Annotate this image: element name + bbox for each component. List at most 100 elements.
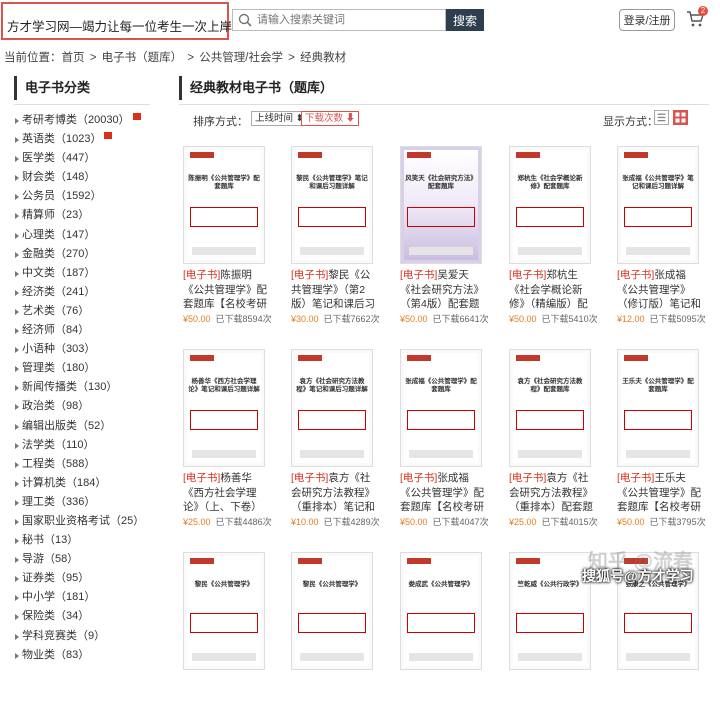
book-title[interactable]: [电子书]张成福《公共管理学》（修订版）笔记和课后习题 <box>617 268 703 312</box>
sidebar-category-item[interactable]: 秘书（13） <box>14 531 164 550</box>
book-title[interactable] <box>183 674 269 718</box>
sidebar-category-item[interactable]: 理工类（336） <box>14 493 164 512</box>
search-box[interactable] <box>232 9 446 31</box>
hot-flag-icon <box>132 113 141 120</box>
sidebar-category-item[interactable]: 学科竞赛类（9） <box>14 627 164 646</box>
sidebar-category-item[interactable]: 物业类（83） <box>14 646 164 665</box>
sidebar-category-item[interactable]: 法学类（110） <box>14 436 164 455</box>
book-title[interactable]: [电子书]杨善华《西方社会学理论》（上、下卷）笔记和 <box>183 471 269 515</box>
list-view-icon[interactable] <box>654 110 669 125</box>
book-meta: ¥50.00 已下载8594次 <box>183 312 275 325</box>
category-label: 理工类（336） <box>22 495 96 508</box>
download-count: 已下载4047次 <box>432 517 489 527</box>
cover-title: 陈振明《公共管理学》配套题库 <box>188 175 260 190</box>
book-title[interactable]: [电子书]王乐夫《公共管理学》配套题库【名校考研真题＋课 <box>617 471 703 515</box>
login-register-button[interactable]: 登录/注册 <box>619 9 675 31</box>
book-title[interactable]: [电子书]黎民《公共管理学》（第2版）笔记和课后习题（含 <box>291 268 377 312</box>
breadcrumb-classic-textbook[interactable]: 经典教材 <box>300 52 346 64</box>
sidebar-category-item[interactable]: 医学类（447） <box>14 149 164 168</box>
section-title: 经典教材电子书（题库） <box>179 76 720 100</box>
sidebar-category-item[interactable]: 管理类（180） <box>14 359 164 378</box>
category-label: 财会类（148） <box>22 171 96 184</box>
sidebar-category-item[interactable]: 精算师（23） <box>14 206 164 225</box>
cover-subtitle-box <box>190 613 258 633</box>
book-cover-image[interactable]: 黎民《公共管理学》 <box>183 552 265 670</box>
book-meta: ¥25.00 已下载4015次 <box>509 515 601 528</box>
sidebar-category-item[interactable]: 中小学（181） <box>14 588 164 607</box>
sidebar-category-item[interactable]: 新闻传播类（130） <box>14 378 164 397</box>
sidebar-category-item[interactable]: 考研考博类（20030） <box>14 111 164 130</box>
main-content: 经典教材电子书（题库） 排序方式： 上线时间 ⬍ 下载次数 ⬇ 显示方式： 陈振… <box>179 76 720 670</box>
cover-subtitle-box <box>516 207 584 227</box>
book-cover-image[interactable]: 竺乾威《公共行政学》 <box>509 552 591 670</box>
sidebar-category-item[interactable]: 经济师（84） <box>14 321 164 340</box>
sidebar-category-item[interactable]: 国家职业资格考试（25） <box>14 512 164 531</box>
search-button[interactable]: 搜索 <box>446 9 484 31</box>
sidebar-category-item[interactable]: 公务员（1592） <box>14 187 164 206</box>
publisher-logo <box>407 355 431 361</box>
book-title[interactable]: [电子书]袁方《社会研究方法教程》（重排本）配套题库【名 <box>509 471 595 515</box>
category-label: 保险类（34） <box>22 610 90 623</box>
cover-subtitle-box <box>298 207 366 227</box>
sidebar-category-item[interactable]: 政治类（98） <box>14 397 164 416</box>
book-cover-image[interactable]: 杨善华《西方社会学理论》笔记和课后习题详解 <box>183 349 265 467</box>
book-title[interactable]: [电子书]袁方《社会研究方法教程》（重排本）笔记和课后 <box>291 471 377 515</box>
book-cover-image[interactable]: 陈振明《公共管理学》配套题库 <box>183 146 265 264</box>
sidebar-category-item[interactable]: 证券类（95） <box>14 569 164 588</box>
breadcrumb-home[interactable]: 当前位置：首页 <box>4 52 85 64</box>
book-meta: ¥50.00 已下载6641次 <box>400 312 492 325</box>
sidebar-category-item[interactable]: 编辑出版类（52） <box>14 417 164 436</box>
sidebar-category-item[interactable]: 小语种（303） <box>14 340 164 359</box>
cover-title: 娄成武《公共管理学》 <box>408 581 474 588</box>
sidebar-category-item[interactable]: 金融类（270） <box>14 245 164 264</box>
book-title[interactable] <box>617 674 703 718</box>
category-sidebar: 电子书分类 考研考博类（20030） 英语类（1023） 医学类（447） 财会类（1… <box>14 76 164 661</box>
ebook-tag: [电子书] <box>400 269 438 281</box>
sidebar-category-item[interactable]: 工程类（588） <box>14 455 164 474</box>
breadcrumb-ebook[interactable]: 电子书（题库） <box>102 52 183 64</box>
grid-view-icon[interactable] <box>673 110 688 125</box>
book-cover-image[interactable]: 郑杭生《社会学概论新修》配套题库 <box>509 146 591 264</box>
search-input[interactable] <box>257 12 442 28</box>
book-cover-image[interactable]: 娄成武《公共管理学》 <box>400 552 482 670</box>
sidebar-category-item[interactable]: 计算机类（184） <box>14 474 164 493</box>
book-title[interactable] <box>400 674 486 718</box>
category-label: 证券类（95） <box>22 572 90 585</box>
book-title[interactable]: [电子书]郑杭生《社会学概论新修》（精编版）配套题库【名 <box>509 268 595 312</box>
category-label: 计算机类（184） <box>22 476 107 489</box>
book-cover-image[interactable]: 张成福《公共管理学》笔记和课后习题详解 <box>617 146 699 264</box>
book-title[interactable] <box>291 674 377 718</box>
book-cover-image[interactable]: 袁方《社会研究方法教程》笔记和课后习题详解 <box>291 349 373 467</box>
sort-by-downloads[interactable]: 下载次数 ⬇ <box>301 111 360 126</box>
sidebar-category-item[interactable]: 财会类（148） <box>14 168 164 187</box>
book-cover-image[interactable]: 王乐夫《公共管理学》配套题库 <box>617 349 699 467</box>
sidebar-category-item[interactable]: 中文类（187） <box>14 264 164 283</box>
breadcrumb-public-management[interactable]: 公共管理/社会学 <box>199 52 283 64</box>
book-cover-image[interactable]: 张成福《公共管理学》配套题库 <box>400 349 482 467</box>
book-price: ¥10.00 <box>291 517 319 527</box>
book-title[interactable]: [电子书]吴爱天《社会研究方法》（第4版）配套题库【名校 <box>400 268 486 312</box>
book-title[interactable]: [电子书]张成福《公共管理学》配套题库【名校考研真题（视 <box>400 471 486 515</box>
sidebar-category-item[interactable]: 保险类（34） <box>14 607 164 626</box>
book-title[interactable]: [电子书]陈振明《公共管理学》配套题库【名校考研真题＋章 <box>183 268 269 312</box>
book-cover-image[interactable]: 黎民《公共管理学》笔记和课后习题详解 <box>291 146 373 264</box>
book-meta: ¥50.00 已下载3795次 <box>617 515 709 528</box>
book-cover-image[interactable]: 袁方《社会研究方法教程》配套题库 <box>509 349 591 467</box>
sort-by-time[interactable]: 上线时间 ⬍ <box>251 111 308 126</box>
book-cover-image[interactable]: 黎民《公共管理学》 <box>291 552 373 670</box>
download-count: 已下载6641次 <box>432 314 489 324</box>
sidebar-category-item[interactable]: 经济类（241） <box>14 283 164 302</box>
category-label: 法学类（110） <box>22 438 95 451</box>
sidebar-category-item[interactable]: 英语类（1023） <box>14 130 164 149</box>
search-icon <box>238 13 252 27</box>
cover-subtitle-box <box>624 613 692 633</box>
category-label: 中小学（181） <box>22 591 96 604</box>
sidebar-category-item[interactable]: 艺术类（76） <box>14 302 164 321</box>
ebook-tag: [电子书] <box>617 472 655 484</box>
book-title[interactable] <box>509 674 595 718</box>
sidebar-category-item[interactable]: 导游（58） <box>14 550 164 569</box>
book-price: ¥50.00 <box>509 314 537 324</box>
sidebar-category-item[interactable]: 心理类（147） <box>14 226 164 245</box>
cover-subtitle-box <box>624 207 692 227</box>
book-cover-image[interactable]: 风笑天《社会研究方法》配套题库 <box>400 146 482 264</box>
